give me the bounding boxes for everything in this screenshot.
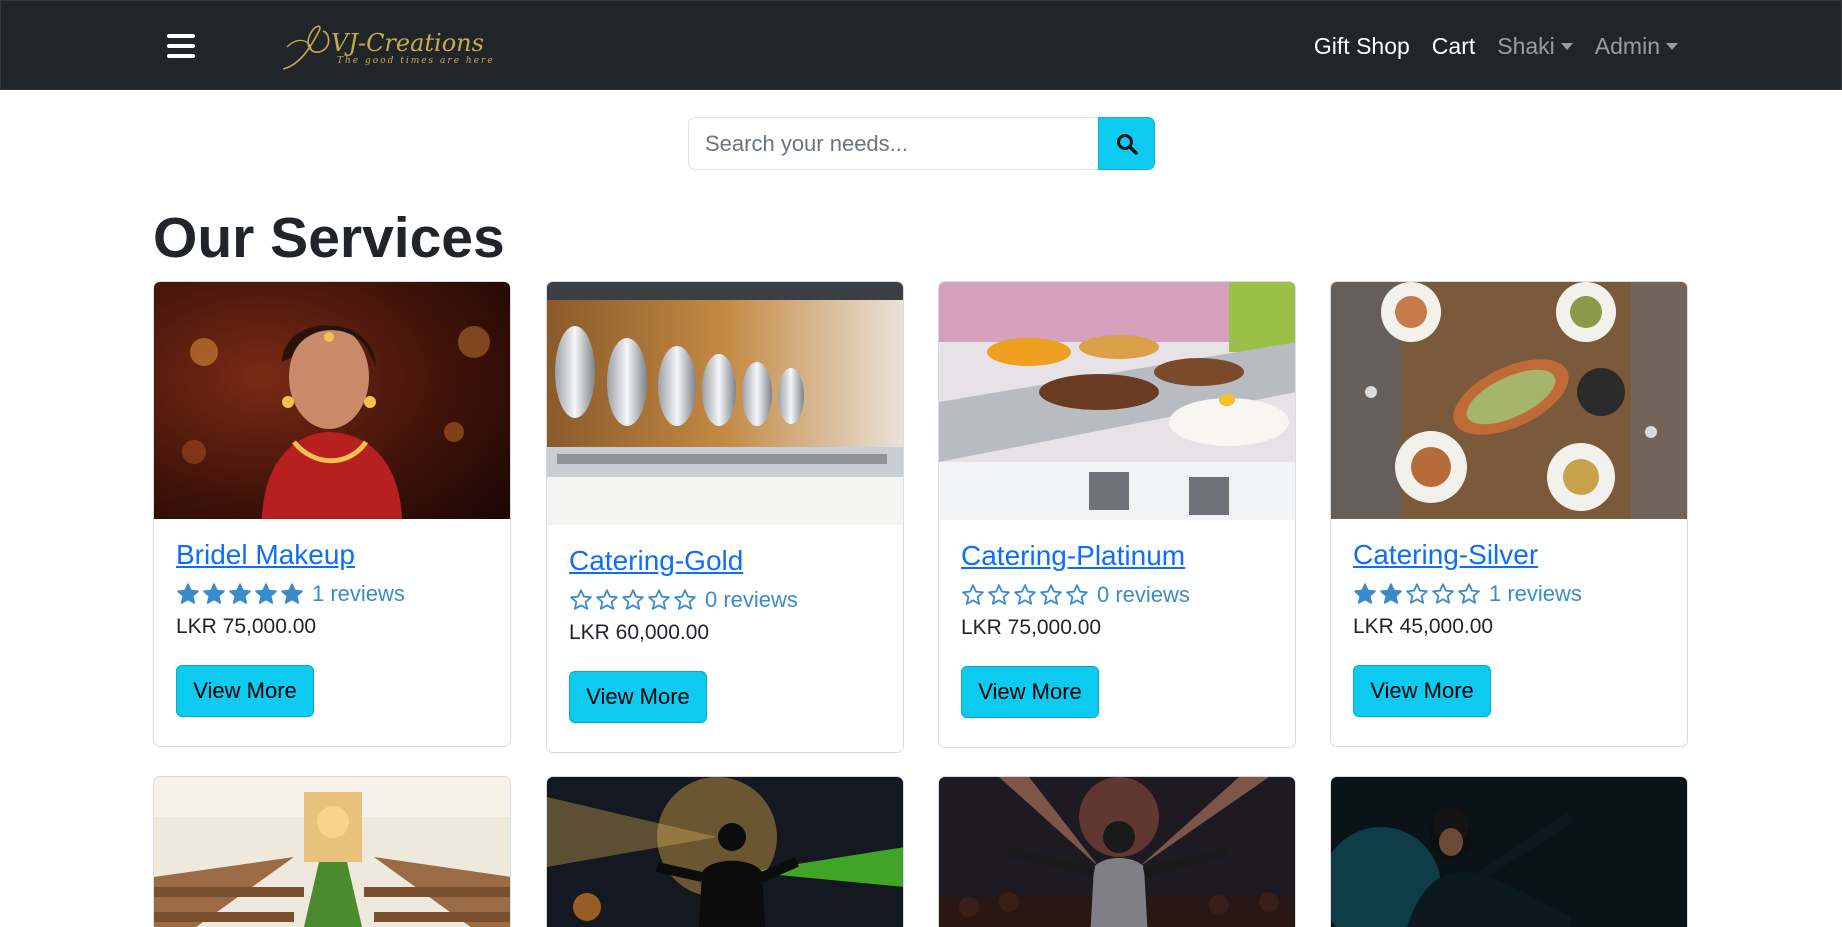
- service-image[interactable]: [547, 282, 904, 525]
- logo-text: VJ-Creations: [331, 29, 484, 57]
- rating: 1 reviews: [176, 581, 405, 607]
- service-image[interactable]: [1331, 777, 1688, 927]
- nav-links: Gift Shop Cart Shaki Admin: [1314, 1, 1678, 91]
- search-input[interactable]: [688, 117, 1098, 170]
- star-empty-icon: [1014, 584, 1036, 605]
- service-title-link[interactable]: Catering-Gold: [569, 544, 798, 578]
- service-card: [938, 776, 1296, 927]
- service-card: Catering-Silver 1 reviews LKR 45,000.00 …: [1330, 281, 1688, 747]
- view-more-button[interactable]: View More: [1353, 665, 1491, 717]
- star-empty-icon: [1458, 583, 1480, 604]
- star-filled-icon: [1380, 583, 1402, 604]
- admin-dropdown-label: Admin: [1594, 32, 1660, 59]
- admin-dropdown[interactable]: Admin: [1595, 33, 1678, 60]
- service-image[interactable]: [939, 777, 1296, 927]
- card-body: Catering-Gold 0 reviews LKR 60,000.00 Vi…: [569, 544, 798, 723]
- rating: 1 reviews: [1353, 581, 1582, 607]
- brand-logo[interactable]: VJ-Creations The good times are here: [279, 19, 519, 75]
- star-filled-icon: [203, 583, 225, 604]
- star-empty-icon: [1432, 583, 1454, 604]
- caret-down-icon: [1560, 42, 1573, 50]
- star-empty-icon: [648, 589, 670, 610]
- star-empty-icon: [596, 589, 618, 610]
- service-card: Catering-Platinum 0 reviews LKR 75,000.0…: [938, 281, 1296, 748]
- card-body: Bridel Makeup 1 reviews LKR 75,000.00 Vi…: [176, 538, 405, 717]
- star-empty-icon: [1406, 583, 1428, 604]
- rating: 0 reviews: [961, 582, 1190, 608]
- card-body: Catering-Platinum 0 reviews LKR 75,000.0…: [961, 539, 1190, 718]
- star-filled-icon: [255, 583, 277, 604]
- page-title: Our Services: [153, 206, 505, 270]
- star-empty-icon: [674, 589, 696, 610]
- service-image[interactable]: [547, 777, 904, 927]
- service-card: [546, 776, 904, 927]
- top-navbar: VJ-Creations The good times are here Gif…: [0, 0, 1842, 90]
- service-card: Bridel Makeup 1 reviews LKR 75,000.00 Vi…: [153, 281, 511, 747]
- reviews-link[interactable]: 1 reviews: [1489, 581, 1582, 607]
- service-price: LKR 75,000.00: [176, 615, 317, 638]
- view-more-button[interactable]: View More: [569, 671, 707, 723]
- reviews-link[interactable]: 0 reviews: [1097, 582, 1190, 608]
- hamburger-menu-icon[interactable]: [167, 34, 195, 58]
- star-empty-icon: [962, 584, 984, 605]
- reviews-link[interactable]: 1 reviews: [312, 581, 405, 607]
- user-dropdown-label: Shaki: [1497, 32, 1555, 59]
- service-image[interactable]: [1331, 282, 1688, 519]
- service-price: LKR 60,000.00: [569, 621, 710, 644]
- star-empty-icon: [1066, 584, 1088, 605]
- user-dropdown[interactable]: Shaki: [1497, 33, 1573, 60]
- service-card: [1330, 776, 1688, 927]
- search-button[interactable]: [1098, 117, 1155, 170]
- star-rating: [961, 583, 1089, 607]
- star-empty-icon: [622, 589, 644, 610]
- rating: 0 reviews: [569, 587, 798, 613]
- search-bar: [688, 117, 1155, 170]
- caret-down-icon: [1666, 42, 1678, 50]
- search-icon: [1116, 133, 1138, 155]
- star-filled-icon: [1354, 583, 1376, 604]
- service-price: LKR 45,000.00: [1353, 615, 1494, 638]
- star-empty-icon: [570, 589, 592, 610]
- star-filled-icon: [281, 583, 303, 604]
- service-image[interactable]: [154, 777, 511, 927]
- service-price: LKR 75,000.00: [961, 616, 1102, 639]
- view-more-button[interactable]: View More: [176, 665, 314, 717]
- star-empty-icon: [988, 584, 1010, 605]
- star-rating: [176, 582, 304, 606]
- star-filled-icon: [177, 583, 199, 604]
- service-card: [153, 776, 511, 927]
- service-card: Catering-Gold 0 reviews LKR 60,000.00 Vi…: [546, 281, 904, 753]
- star-rating: [569, 588, 697, 612]
- view-more-button[interactable]: View More: [961, 666, 1099, 718]
- star-filled-icon: [229, 583, 251, 604]
- logo-tagline: The good times are here: [337, 56, 495, 66]
- service-image[interactable]: [154, 282, 511, 519]
- nav-gift-shop-link[interactable]: Gift Shop: [1314, 33, 1410, 60]
- service-title-link[interactable]: Catering-Silver: [1353, 538, 1582, 572]
- star-rating: [1353, 582, 1481, 606]
- card-body: Catering-Silver 1 reviews LKR 45,000.00 …: [1353, 538, 1582, 717]
- service-title-link[interactable]: Bridel Makeup: [176, 538, 405, 572]
- nav-cart-link[interactable]: Cart: [1432, 33, 1475, 60]
- service-image[interactable]: [939, 282, 1296, 520]
- reviews-link[interactable]: 0 reviews: [705, 587, 798, 613]
- star-empty-icon: [1040, 584, 1062, 605]
- service-title-link[interactable]: Catering-Platinum: [961, 539, 1190, 573]
